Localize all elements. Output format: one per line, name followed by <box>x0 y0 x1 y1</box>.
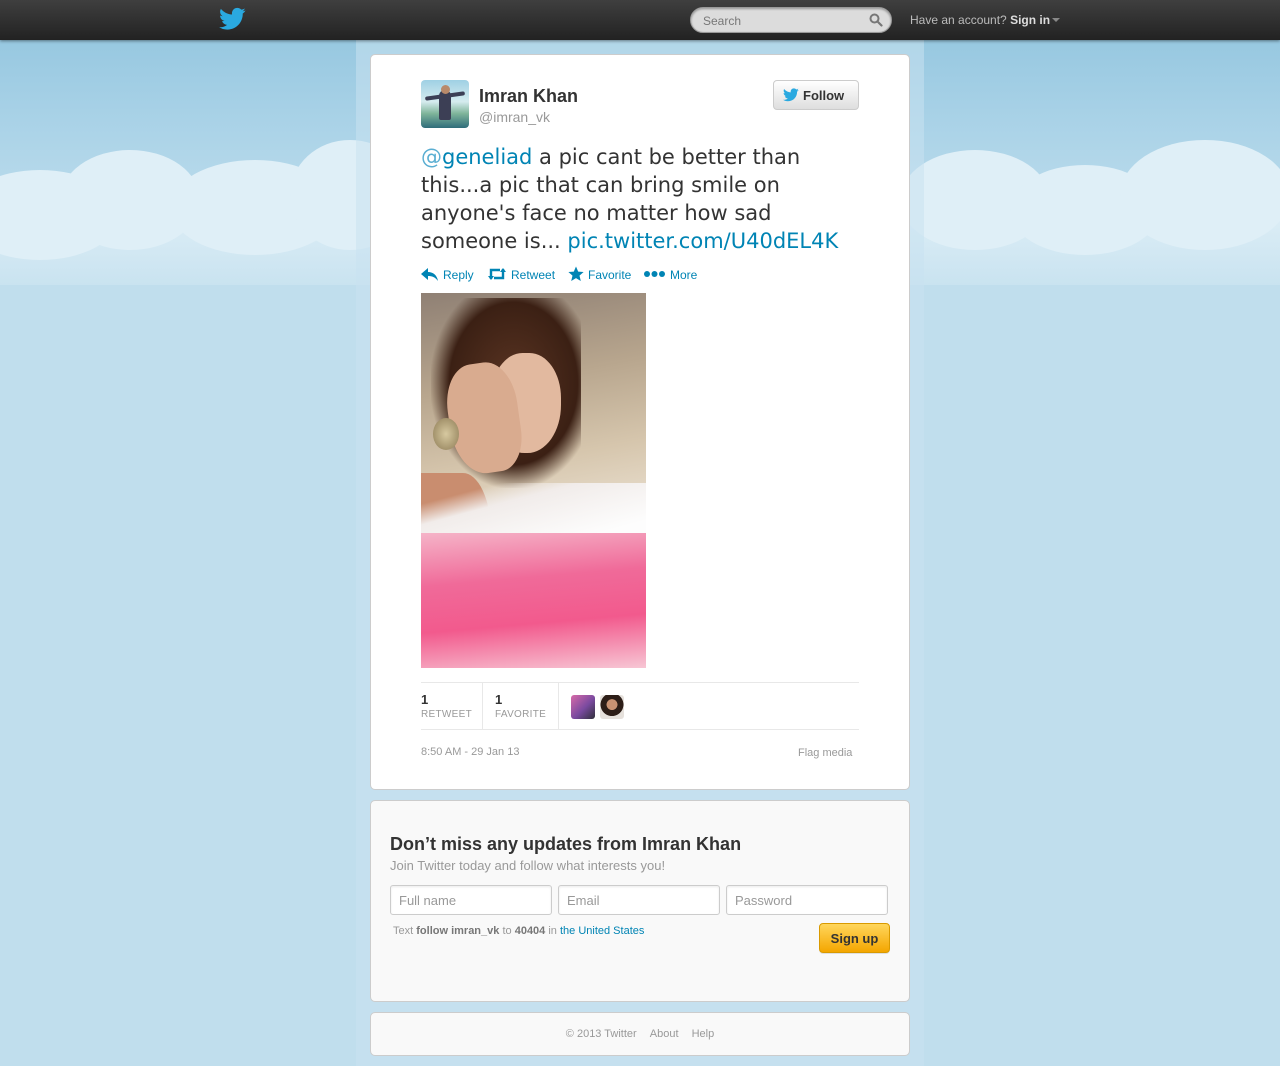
favoriter-avatar[interactable] <box>571 695 595 719</box>
flag-media-link[interactable]: Flag media <box>798 747 852 759</box>
twitter-bird-icon[interactable] <box>219 7 246 31</box>
author-avatar[interactable] <box>421 80 469 128</box>
more-dots-icon <box>644 271 665 277</box>
media-link[interactable]: pic.twitter.com/U40dEL4K <box>567 229 838 253</box>
retweet-icon <box>488 268 506 280</box>
search-box[interactable] <box>690 7 892 33</box>
copyright: © 2013 Twitter <box>565 1028 637 1040</box>
footer: © 2013 Twitter About Help <box>370 1012 910 1056</box>
sms-follow-hint: Text follow imran_vk to 40404 in the Uni… <box>393 925 645 937</box>
sign-up-button[interactable]: Sign up <box>819 923 890 953</box>
twitter-bird-icon <box>783 88 799 102</box>
tweet-stats: 1 RETWEET 1 FAVORITE <box>421 682 859 730</box>
reply-button[interactable]: Reply <box>421 266 481 284</box>
search-icon[interactable] <box>869 13 883 27</box>
more-button[interactable]: More <box>644 266 704 284</box>
retweet-stat[interactable]: 1 RETWEET <box>421 683 482 729</box>
sms-number: 40404 <box>514 925 546 937</box>
sms-command: follow imran_vk <box>416 925 500 937</box>
top-bar: Have an account? Sign in <box>0 0 1280 40</box>
country-link[interactable]: the United States <box>560 925 644 937</box>
full-name-field[interactable] <box>390 885 552 915</box>
stat-divider <box>482 683 483 729</box>
signup-title: Don’t miss any updates from Imran Khan <box>390 834 742 854</box>
follow-label: Follow <box>803 87 845 103</box>
favorite-stat[interactable]: 1 FAVORITE <box>495 683 557 729</box>
help-link[interactable]: Help <box>692 1028 715 1040</box>
email-field[interactable] <box>558 885 720 915</box>
favorite-button[interactable]: Favorite <box>568 266 638 284</box>
author-handle[interactable]: @imran_vk <box>479 109 550 125</box>
account-menu[interactable]: Have an account? Sign in <box>910 13 1061 27</box>
footer-links: © 2013 Twitter About Help <box>371 1028 909 1040</box>
author-name[interactable]: Imran Khan <box>479 86 578 107</box>
account-prompt: Have an account? <box>910 13 1007 27</box>
tweet-photo[interactable] <box>421 293 646 668</box>
reply-icon <box>421 268 438 281</box>
follow-button[interactable]: Follow <box>773 80 859 110</box>
password-field[interactable] <box>726 885 888 915</box>
mention-at-symbol: @ <box>421 145 442 169</box>
retweet-button[interactable]: Retweet <box>487 266 561 284</box>
favoriter-avatar[interactable] <box>600 695 624 719</box>
tweet-timestamp[interactable]: 8:50 AM - 29 Jan 13 <box>421 746 519 758</box>
tweet-card: Imran Khan @imran_vk Follow @geneliad a … <box>370 54 910 790</box>
cloud <box>1120 140 1280 250</box>
sign-in-link[interactable]: Sign in <box>1010 13 1050 27</box>
signup-subtitle: Join Twitter today and follow what inter… <box>390 858 666 873</box>
star-icon <box>568 266 584 281</box>
about-link[interactable]: About <box>650 1028 679 1040</box>
mention-name: geneliad <box>442 145 533 169</box>
stat-divider <box>558 683 559 729</box>
tweet-text: @geneliad a pic cant be better than this… <box>421 143 866 255</box>
search-input[interactable] <box>703 12 863 29</box>
caret-down-icon[interactable] <box>1052 18 1061 22</box>
mention-link[interactable]: @geneliad <box>421 145 532 169</box>
signup-card: Don’t miss any updates from Imran Khan J… <box>370 800 910 1002</box>
